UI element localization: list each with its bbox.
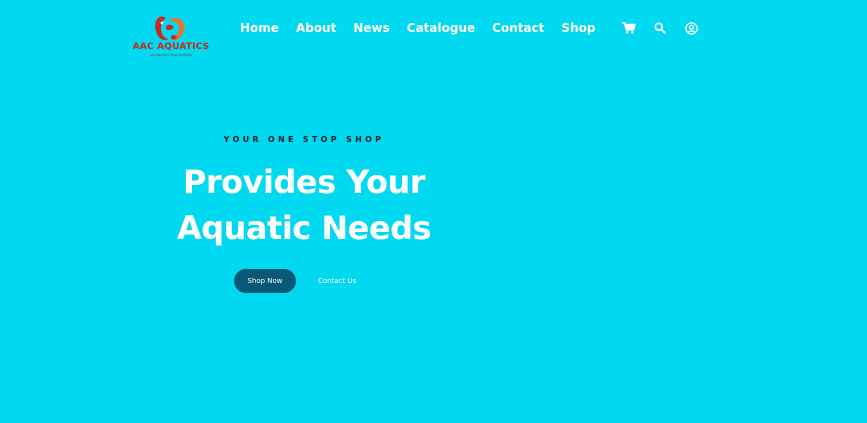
nav-item-catalogue[interactable]: Catalogue [407,21,475,35]
contact-us-link[interactable]: Contact Us [318,277,356,285]
search-icon[interactable] [653,21,667,35]
nav-item-contact[interactable]: Contact [492,21,544,35]
hero-headline-line1: Provides Your [182,163,426,201]
logo-tagline: AQUARIUM & FISH SUPPLIES [149,53,193,57]
nav-item-shop[interactable]: Shop [561,21,595,35]
site-logo[interactable]: AAC AQUATICS AQUARIUM & FISH SUPPLIES [128,12,214,58]
header-icons [622,20,715,36]
nav-item-news[interactable]: News [353,21,389,35]
nav-item-about[interactable]: About [296,21,336,35]
hero-section: YOUR ONE STOP SHOP Provides Your Aquatic… [150,130,458,272]
user-account-icon[interactable] [684,21,698,35]
nav-item-home[interactable]: Home [240,21,279,35]
main-nav: Home About News Catalogue Contact Shop [240,19,612,37]
hero-headline: Provides Your Aquatic Needs [150,159,458,251]
hero-cta-row: Shop Now Contact Us [234,269,356,293]
fish-logo-icon [155,16,185,41]
logo-wordmark: AAC AQUATICS [132,42,210,52]
hero-headline-line2: Aquatic Needs [176,209,432,247]
hero-eyebrow: YOUR ONE STOP SHOP [223,135,385,144]
shop-now-button[interactable]: Shop Now [234,269,296,293]
page: AAC AQUATICS AQUARIUM & FISH SUPPLIES Ho… [0,0,867,423]
cart-icon[interactable] [622,21,636,35]
